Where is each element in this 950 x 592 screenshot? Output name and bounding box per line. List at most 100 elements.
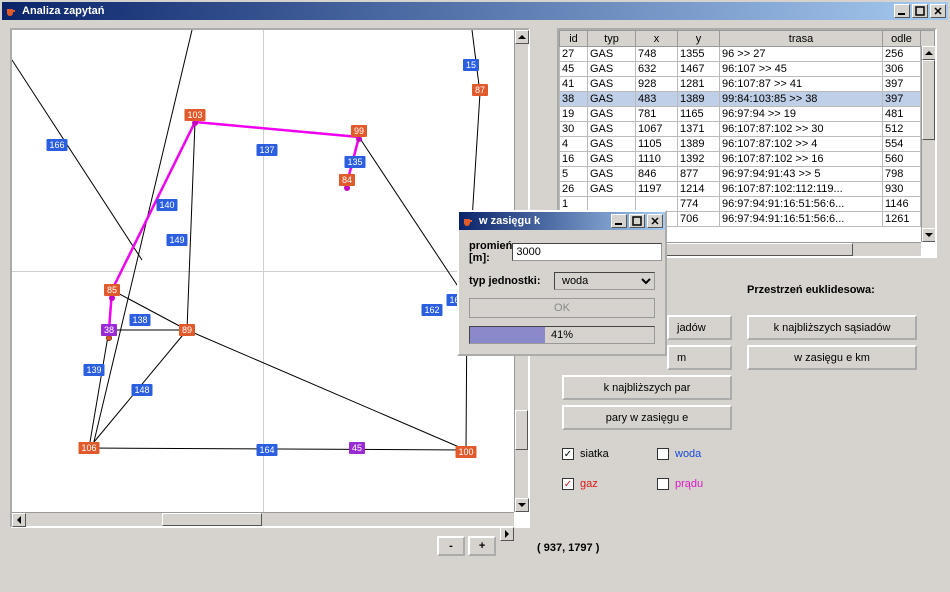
table-row[interactable]: 16GAS1110139296:107:87:102 >> 16560 (560, 152, 935, 167)
node-label-85[interactable]: 85 (104, 284, 120, 296)
cell-typ: GAS (588, 152, 636, 167)
node-label-15[interactable]: 15 (463, 59, 479, 71)
btn-euclid-range-km[interactable]: w zasięgu e km (747, 345, 917, 370)
ok-button[interactable]: OK (469, 298, 655, 318)
table-row[interactable]: 4GAS1105138996:107:87:102 >> 4554 (560, 137, 935, 152)
dialog-titlebar[interactable]: w zasięgu k (459, 212, 665, 230)
cell-id: 30 (560, 122, 588, 137)
table-vscroll[interactable] (921, 46, 935, 242)
col-trasa[interactable]: trasa (720, 31, 883, 47)
cell-trasa: 96:97:94 >> 19 (720, 107, 883, 122)
table-row[interactable]: 38GAS483138999:84:103:85 >> 38397 (560, 92, 935, 107)
radius-label: promień [m]: (469, 240, 512, 264)
node-label-103[interactable]: 103 (184, 109, 205, 121)
graph-viewport[interactable]: 166 103 137 99 135 84 149 140 85 138 89 38 139 148 106… (12, 30, 514, 512)
cell-y: 877 (678, 167, 720, 182)
table-row[interactable]: 41GAS928128196:107:87 >> 41397 (560, 77, 935, 92)
btn-network-range-partial[interactable]: m (667, 345, 732, 370)
table-vscroll-thumb[interactable] (922, 60, 935, 140)
table-scroll-right[interactable] (907, 257, 921, 258)
ok-label: OK (554, 302, 570, 314)
col-x[interactable]: x (636, 31, 678, 47)
node-label-89[interactable]: 89 (179, 324, 195, 336)
col-id[interactable]: id (560, 31, 588, 47)
unit-type-select[interactable]: woda (554, 272, 655, 290)
cell-id: 5 (560, 167, 588, 182)
canvas-hscroll[interactable] (12, 512, 514, 526)
col-odle[interactable]: odle (883, 31, 921, 47)
titlebar[interactable]: Analiza zapytań (2, 2, 948, 20)
node-label-100[interactable]: 100 (455, 446, 476, 458)
check-siatka[interactable]: ✓ siatka (562, 448, 609, 460)
col-typ[interactable]: typ (588, 31, 636, 47)
node-label-164[interactable]: 164 (256, 444, 277, 456)
check-pradu[interactable]: prądu (657, 478, 703, 490)
node-label-166[interactable]: 166 (46, 139, 67, 151)
cell-trasa: 96:107:87 >> 41 (720, 77, 883, 92)
btn-label: pary w zasięgu e (606, 412, 689, 424)
cell-id: 19 (560, 107, 588, 122)
cell-y: 1467 (678, 62, 720, 77)
table-row[interactable]: 5GAS84687796:97:94:91:43 >> 5798 (560, 167, 935, 182)
scroll-left-button[interactable] (12, 513, 26, 527)
node-label-140[interactable]: 140 (156, 199, 177, 211)
check-gaz[interactable]: ✓ gaz (562, 478, 598, 490)
node-label-87[interactable]: 87 (472, 84, 488, 96)
zoom-in-button[interactable]: + (468, 536, 496, 556)
btn-network-k-neighbors-partial[interactable]: jadów (667, 315, 732, 340)
node-label-137[interactable]: 137 (256, 144, 277, 156)
maximize-button[interactable] (912, 4, 928, 18)
cell-y: 1389 (678, 92, 720, 107)
node-label-45[interactable]: 45 (349, 442, 365, 454)
dialog-maximize[interactable] (629, 214, 645, 228)
table-row[interactable]: 19GAS781116596:97:94 >> 19481 (560, 107, 935, 122)
minimize-button[interactable] (894, 4, 910, 18)
dialog-close[interactable] (647, 214, 663, 228)
table-scroll-up[interactable] (922, 46, 936, 60)
node-label-162[interactable]: 162 (421, 304, 442, 316)
node-label-84[interactable]: 84 (339, 174, 355, 186)
node-label-139[interactable]: 139 (83, 364, 104, 376)
radius-input[interactable] (512, 243, 662, 261)
hscroll-thumb[interactable] (162, 513, 262, 526)
table[interactable]: idtypxytrasaodle 27GAS748135596 >> 27256… (559, 30, 935, 227)
table-row[interactable]: 30GAS1067137196:107:87:102 >> 30512 (560, 122, 935, 137)
cell-x: 748 (636, 47, 678, 62)
cell-typ: GAS (588, 137, 636, 152)
vscroll-thumb[interactable] (515, 410, 528, 450)
btn-pairs-range-e[interactable]: pary w zasięgu e (562, 405, 732, 430)
cell-trasa: 96:107:87:102 >> 16 (720, 152, 883, 167)
progress-bar: 41% (469, 326, 655, 344)
dialog-title: w zasięgu k (479, 215, 609, 227)
coordinates-label: ( 937, 1797 ) (537, 542, 599, 554)
scroll-up-button[interactable] (515, 30, 529, 44)
table-row[interactable]: 45GAS632146796:107 >> 45306 (560, 62, 935, 77)
node-label-138[interactable]: 138 (129, 314, 150, 326)
main-panel: 166 103 137 99 135 84 149 140 85 138 89 38 139 148 106… (2, 20, 948, 590)
btn-k-closest-pairs[interactable]: k najbliższych par (562, 375, 732, 400)
btn-euclid-k-neighbors[interactable]: k najbliższych sąsiadów (747, 315, 917, 340)
node-label-149[interactable]: 149 (166, 234, 187, 246)
cell-x: 632 (636, 62, 678, 77)
node-label-106[interactable]: 106 (78, 442, 99, 454)
scroll-down-button[interactable] (515, 498, 529, 512)
zoom-out-button[interactable]: - (437, 536, 465, 556)
node-label-99[interactable]: 99 (351, 125, 367, 137)
check-label: gaz (580, 478, 598, 490)
dialog-minimize[interactable] (611, 214, 627, 228)
cell-d: 930 (883, 182, 921, 197)
check-woda[interactable]: woda (657, 448, 701, 460)
btn-label: k najbliższych par (604, 382, 691, 394)
checkbox-icon (657, 478, 669, 490)
node-label-38[interactable]: 38 (101, 324, 117, 336)
table-row[interactable]: 27GAS748135596 >> 27256 (560, 47, 935, 62)
node-label-135[interactable]: 135 (344, 156, 365, 168)
node-label-148[interactable]: 148 (131, 384, 152, 396)
table-scroll-down[interactable] (922, 228, 936, 242)
cell-typ: GAS (588, 167, 636, 182)
cell-x: 483 (636, 92, 678, 107)
col-y[interactable]: y (678, 31, 720, 47)
table-row[interactable]: 26GAS1197121496:107:87:102:112:119...930 (560, 182, 935, 197)
scroll-right-button[interactable] (500, 527, 514, 541)
close-button[interactable] (930, 4, 946, 18)
